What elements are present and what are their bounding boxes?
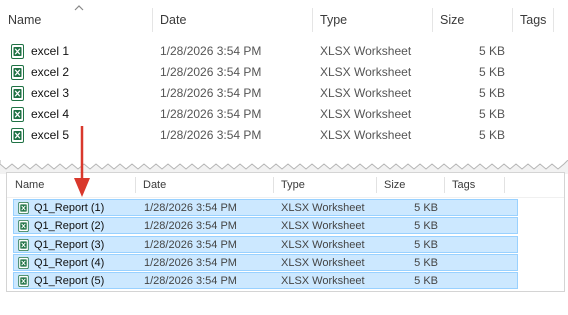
file-size: 5 KB	[478, 44, 505, 58]
file-type: XLSX Worksheet	[281, 220, 365, 233]
column-header-tags[interactable]: Tags	[512, 0, 568, 40]
file-row-selected[interactable]: Q1_Report (3) 1/28/2026 3:54 PM XLSX Works…	[13, 235, 518, 253]
file-size: 5 KB	[478, 107, 505, 121]
file-size: 5 KB	[414, 256, 438, 269]
column-separator[interactable]	[504, 177, 505, 193]
file-row[interactable]: excel 1 1/28/2026 3:54 PM XLSX Worksheet 5 …	[0, 41, 568, 62]
column-header-name[interactable]: Name	[7, 173, 135, 197]
file-size: 5 KB	[414, 220, 438, 233]
file-date: 1/28/2026 3:54 PM	[144, 256, 237, 269]
file-name: excel 3	[31, 86, 70, 100]
file-size: 5 KB	[478, 86, 505, 100]
file-date: 1/28/2026 3:54 PM	[144, 220, 237, 233]
sort-ascending-icon	[74, 5, 84, 11]
file-size: 5 KB	[414, 238, 438, 251]
file-name: excel 1	[31, 44, 70, 58]
file-row[interactable]: excel 5 1/28/2026 3:54 PM XLSX Worksheet 5 …	[0, 125, 568, 146]
file-row[interactable]: excel 3 1/28/2026 3:54 PM XLSX Worksheet 5 …	[0, 83, 568, 104]
excel-file-icon	[18, 275, 29, 288]
file-date: 1/28/2026 3:54 PM	[160, 86, 262, 100]
file-size: 5 KB	[414, 275, 438, 288]
column-header-date[interactable]: Date	[152, 0, 312, 40]
column-separator[interactable]	[553, 8, 554, 32]
file-type: XLSX Worksheet	[320, 44, 412, 58]
file-name: excel 2	[31, 65, 70, 79]
excel-file-icon	[11, 65, 24, 80]
column-header-date[interactable]: Date	[135, 173, 273, 197]
file-type: XLSX Worksheet	[281, 275, 365, 288]
file-name: Q1_Report (3)	[34, 238, 105, 251]
file-name: Q1_Report (1)	[34, 202, 105, 214]
excel-file-icon	[18, 238, 29, 251]
file-type: XLSX Worksheet	[281, 256, 365, 269]
file-list-before: Name Date Type Size Tags excel 1 1/28/202…	[0, 0, 568, 162]
excel-file-icon	[11, 107, 24, 122]
file-size: 5 KB	[478, 128, 505, 142]
file-date: 1/28/2026 3:54 PM	[160, 107, 262, 121]
file-name: Q1_Report (4)	[34, 256, 105, 269]
file-name: excel 4	[31, 107, 70, 121]
column-header-row: Name Date Type Size Tags	[7, 173, 564, 198]
excel-file-icon	[18, 202, 29, 214]
file-date: 1/28/2026 3:54 PM	[160, 128, 262, 142]
file-type: XLSX Worksheet	[320, 107, 412, 121]
file-size: 5 KB	[414, 202, 438, 214]
excel-file-icon	[11, 44, 24, 59]
column-header-type[interactable]: Type	[312, 0, 432, 40]
file-date: 1/28/2026 3:54 PM	[160, 65, 262, 79]
file-date: 1/28/2026 3:54 PM	[144, 238, 237, 251]
file-row-selected[interactable]: Q1_Report (2) 1/28/2026 3:54 PM XLSX Works…	[13, 217, 518, 235]
column-header-type[interactable]: Type	[273, 173, 376, 197]
file-row-selected[interactable]: Q1_Report (1) 1/28/2026 3:54 PM XLSX Works…	[13, 199, 518, 216]
column-header-size[interactable]: Size	[432, 0, 512, 40]
file-type: XLSX Worksheet	[320, 65, 412, 79]
file-date: 1/28/2026 3:54 PM	[144, 202, 237, 214]
file-type: XLSX Worksheet	[281, 202, 365, 214]
file-row[interactable]: excel 4 1/28/2026 3:54 PM XLSX Worksheet 5 …	[0, 104, 568, 125]
file-date: 1/28/2026 3:54 PM	[144, 275, 237, 288]
file-date: 1/28/2026 3:54 PM	[160, 44, 262, 58]
file-row[interactable]: excel 2 1/28/2026 3:54 PM XLSX Worksheet 5 …	[0, 62, 568, 83]
excel-file-icon	[11, 128, 24, 143]
file-name: Q1_Report (5)	[34, 275, 105, 288]
file-name: Q1_Report (2)	[34, 220, 105, 233]
excel-file-icon	[11, 86, 24, 101]
column-header-tags[interactable]: Tags	[444, 173, 504, 197]
file-row-selected[interactable]: Q1_Report (5) 1/28/2026 3:54 PM XLSX Works…	[13, 272, 518, 290]
file-type: XLSX Worksheet	[320, 86, 412, 100]
file-row-selected[interactable]: Q1_Report (4) 1/28/2026 3:54 PM XLSX Works…	[13, 253, 518, 271]
file-size: 5 KB	[478, 65, 505, 79]
excel-file-icon	[18, 256, 29, 269]
file-type: XLSX Worksheet	[320, 128, 412, 142]
file-type: XLSX Worksheet	[281, 238, 365, 251]
file-list-after: Name Date Type Size Tags Q1_Report (1) 1/…	[6, 172, 565, 292]
column-header-row: Name Date Type Size Tags	[0, 0, 568, 40]
column-header-size[interactable]: Size	[376, 173, 444, 197]
excel-file-icon	[18, 220, 29, 233]
file-name: excel 5	[31, 128, 70, 142]
